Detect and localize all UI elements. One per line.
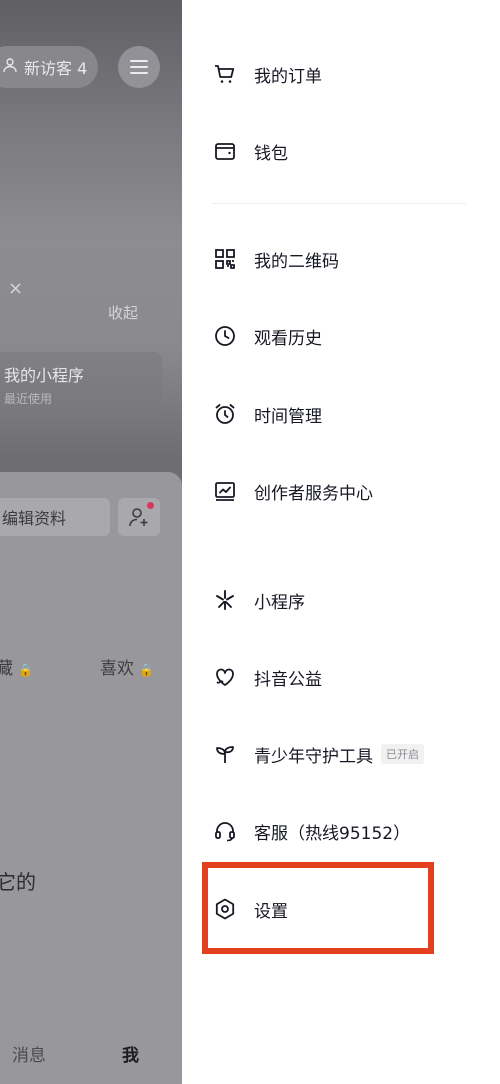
menu-item-wallet[interactable]: 钱包	[212, 131, 288, 171]
menu-item-youth-protection[interactable]: 青少年守护工具 已开启	[212, 734, 424, 774]
menu-item-label: 抖音公益	[254, 669, 322, 690]
user-icon	[2, 57, 18, 77]
collapse-label[interactable]: 收起	[108, 302, 138, 323]
menu-item-label: 小程序	[254, 592, 305, 613]
menu-item-label: 钱包	[254, 143, 288, 164]
mini-card-subtitle: 最近使用	[4, 392, 53, 406]
wallet-icon	[212, 138, 238, 164]
add-user-icon	[129, 508, 148, 527]
nav-messages[interactable]: 消息	[12, 1041, 46, 1066]
lock-icon: 🔒	[18, 663, 34, 677]
menu-item-qrcode[interactable]: 我的二维码	[212, 239, 339, 279]
settings-highlight-box	[202, 862, 434, 954]
menu-item-label: 观看历史	[254, 328, 322, 349]
tab-likes[interactable]: 喜欢 🔒	[100, 654, 154, 679]
hamburger-icon	[130, 60, 148, 74]
qrcode-icon	[212, 246, 238, 272]
cart-icon	[212, 61, 238, 87]
menu-item-label: 创作者服务中心	[254, 483, 373, 504]
notification-dot	[147, 502, 154, 509]
background-profile-page: 新访客 4 × 收起 我的小程序 最近使用 编辑资料 藏 🔒 喜欢 🔒 它的 消…	[0, 0, 182, 1084]
bottom-nav: 消息 我	[0, 1022, 182, 1084]
menu-item-customer-service[interactable]: 客服（热线95152）	[212, 811, 410, 851]
heart-hand-icon	[212, 664, 238, 690]
new-visitors-label: 新访客 4	[24, 59, 88, 78]
chart-icon	[212, 478, 238, 504]
menu-item-orders[interactable]: 我的订单	[212, 54, 322, 94]
menu-item-mini-programs[interactable]: 小程序	[212, 580, 305, 620]
edit-profile-button[interactable]: 编辑资料	[0, 498, 110, 536]
status-badge: 已开启	[381, 744, 424, 764]
side-drawer-menu: 我的订单 钱包 我的二维码 观看历史 时间管理 创作者服务中心 小程序 抖音公益…	[182, 0, 500, 1084]
menu-item-label: 客服（热线95152）	[254, 823, 411, 844]
profile-sheet	[0, 472, 182, 1084]
menu-item-watch-history[interactable]: 观看历史	[212, 316, 322, 356]
close-icon[interactable]: ×	[8, 278, 23, 299]
new-visitors-pill[interactable]: 新访客 4	[0, 46, 98, 88]
tab-favorites[interactable]: 藏 🔒	[0, 654, 33, 679]
menu-item-charity[interactable]: 抖音公益	[212, 657, 322, 697]
mini-card-title: 我的小程序	[4, 366, 85, 385]
menu-item-label: 我的订单	[254, 66, 322, 87]
partial-heading: 它的	[0, 870, 36, 894]
nav-me[interactable]: 我	[122, 1041, 139, 1066]
asterisk-icon	[212, 587, 238, 613]
mini-program-card[interactable]: 我的小程序 最近使用	[0, 352, 162, 418]
menu-button[interactable]	[118, 46, 160, 88]
menu-item-time-management[interactable]: 时间管理	[212, 394, 322, 434]
headset-icon	[212, 818, 238, 844]
menu-divider	[212, 203, 466, 204]
menu-item-label: 时间管理	[254, 406, 322, 427]
add-friend-button[interactable]	[118, 498, 160, 536]
sprout-icon	[212, 741, 238, 767]
menu-item-label: 我的二维码	[254, 251, 339, 272]
clock-icon	[212, 323, 238, 349]
menu-item-creator-center[interactable]: 创作者服务中心	[212, 471, 373, 511]
lock-icon: 🔒	[139, 663, 155, 677]
alarm-icon	[212, 401, 238, 427]
menu-item-label: 青少年守护工具	[254, 746, 373, 767]
